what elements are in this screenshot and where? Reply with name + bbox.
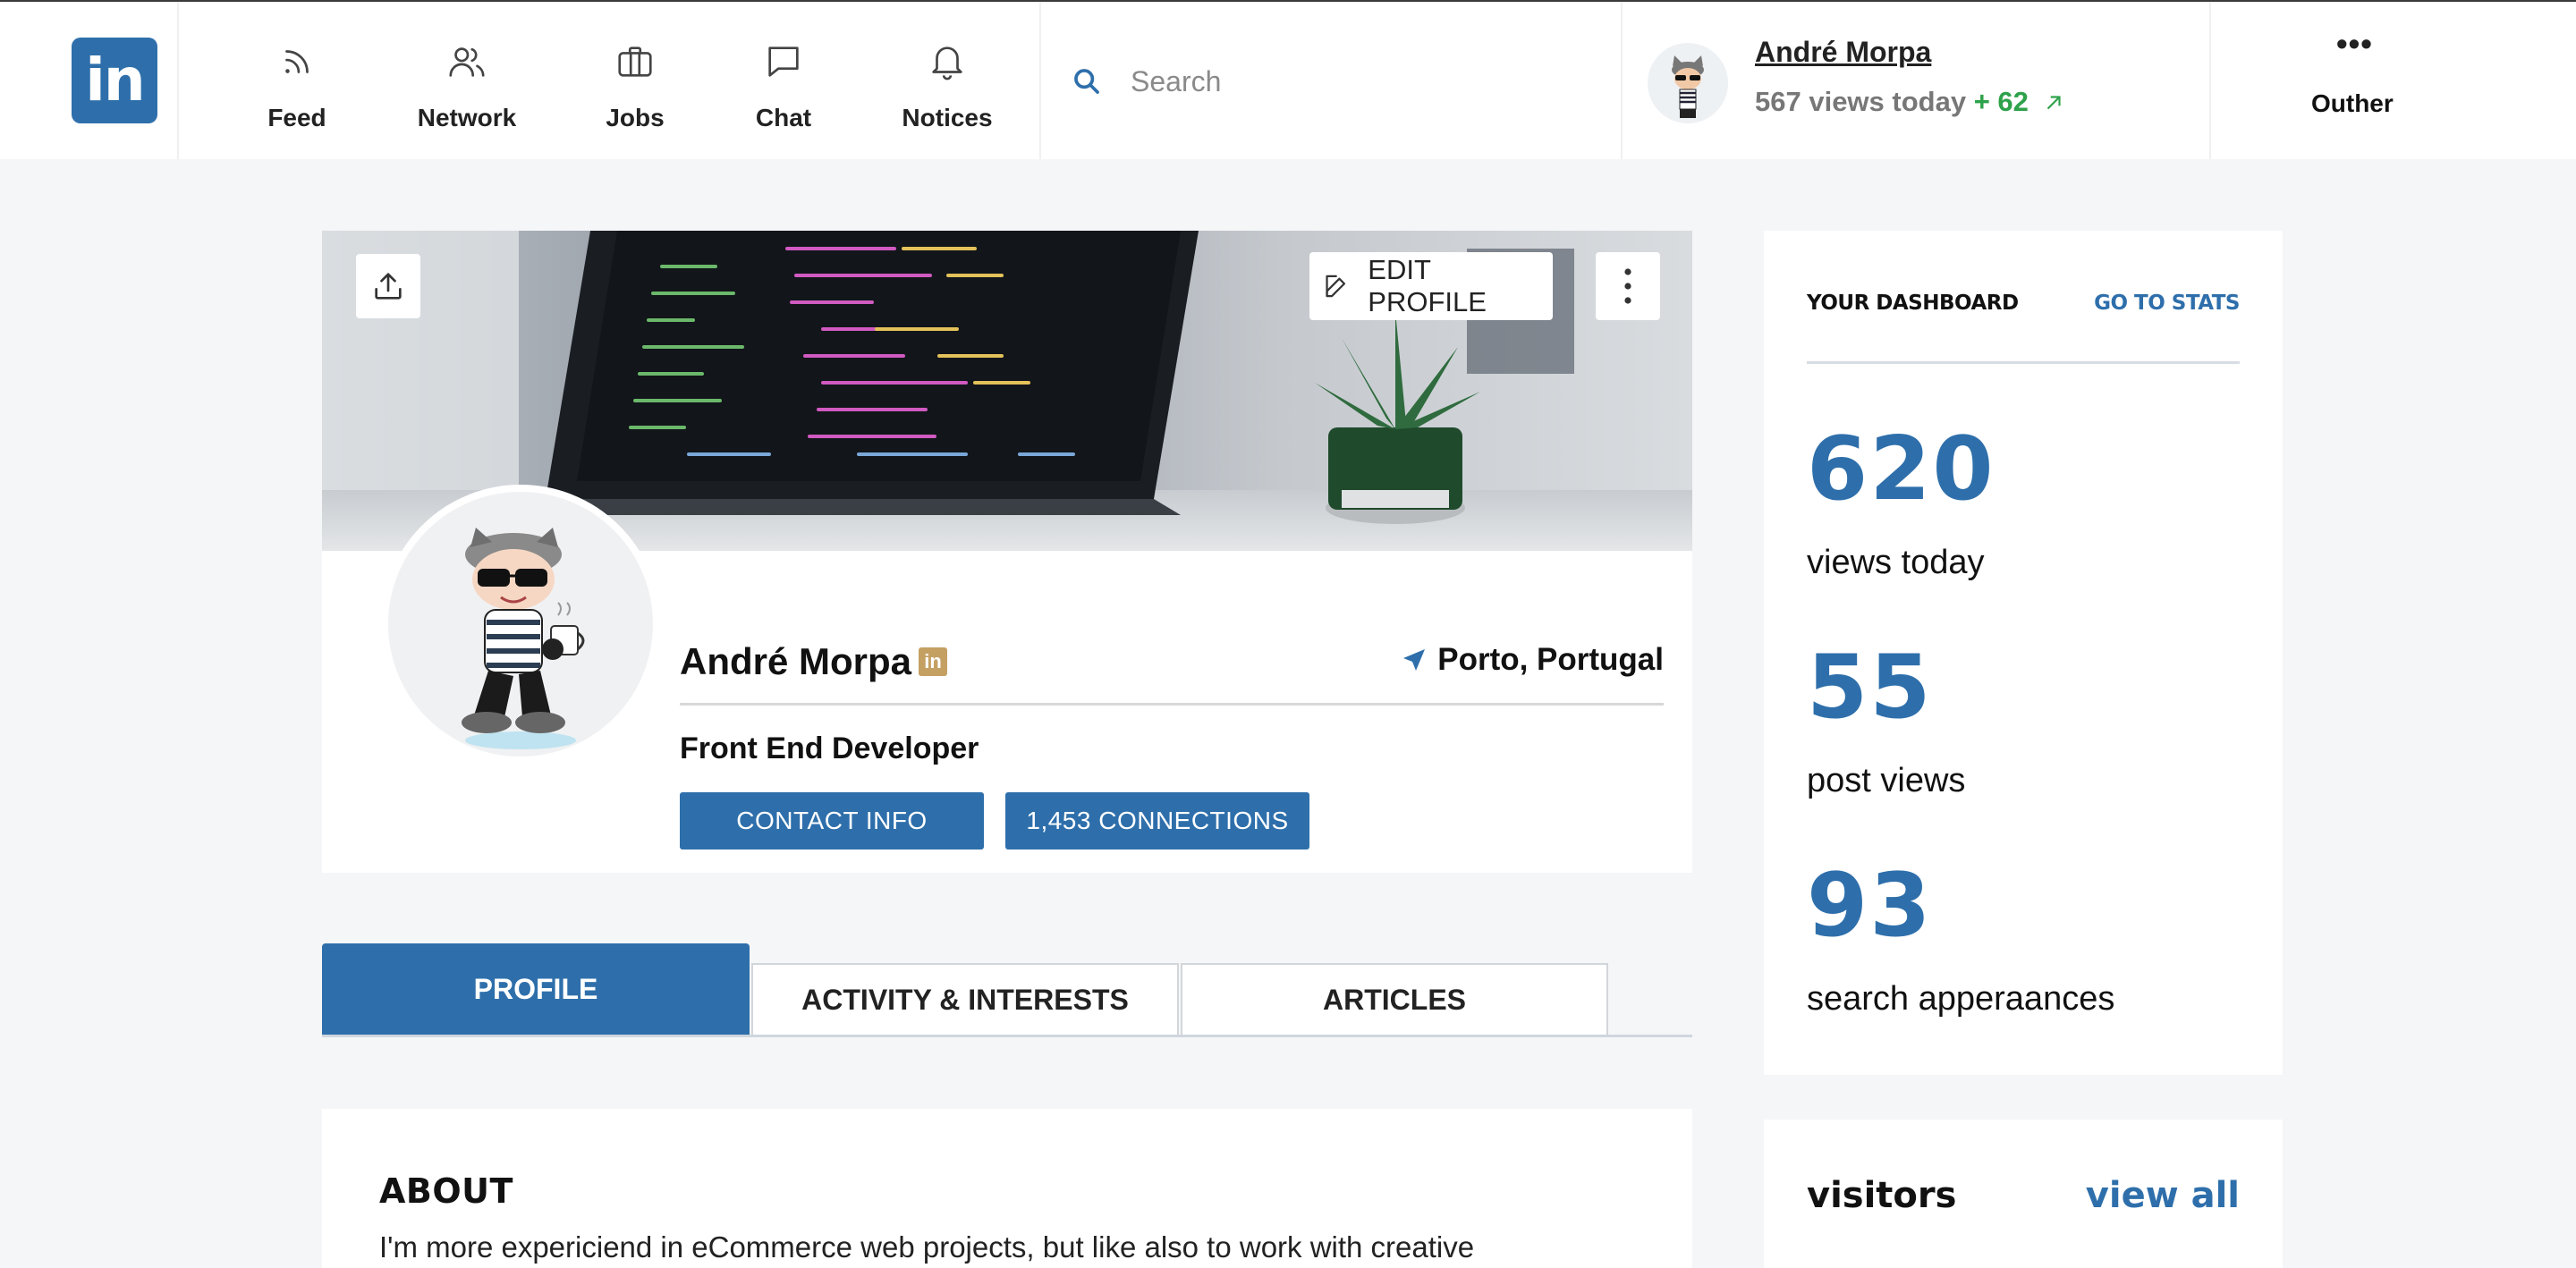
kebab-icon	[1624, 268, 1631, 304]
nav-item-label: Network	[417, 104, 517, 131]
visitors-card: visitors view all	[1764, 1120, 2283, 1268]
nav-divider	[1039, 2, 1041, 159]
profile-card: EDIT PROFILE André Morpa in Porto, Portu…	[322, 231, 1692, 873]
profile-name-text: André Morpa	[680, 640, 912, 682]
location-arrow-icon	[1403, 649, 1426, 671]
logo-area: in	[0, 2, 179, 159]
stat-search-appearances-label: search apperaances	[1807, 980, 2115, 1018]
briefcase-icon	[618, 46, 652, 77]
linkedin-logo[interactable]: in	[72, 38, 157, 123]
dashboard-card: YOUR DASHBOARD GO TO STATS 620 views tod…	[1764, 231, 2283, 1075]
about-text: I'm more expericiend in eCommerce web pr…	[379, 1230, 1475, 1264]
views-delta: + 62	[1973, 86, 2029, 117]
stat-post-views-value: 55	[1807, 637, 1933, 739]
trend-up-icon	[2046, 96, 2061, 110]
profile-location: Porto, Portugal	[1400, 642, 1664, 678]
dashboard-heading: YOUR DASHBOARD	[1807, 292, 2019, 315]
stat-post-views-label: post views	[1807, 762, 1966, 799]
nav-divider	[2209, 2, 2211, 159]
more-menu-label[interactable]: Outher	[2311, 89, 2394, 118]
stat-search-appearances-value: 93	[1807, 855, 1933, 957]
nav-item-jobs[interactable]: Jobs	[572, 2, 698, 159]
avatar[interactable]	[1648, 43, 1728, 123]
edit-profile-button[interactable]: EDIT PROFILE	[1309, 252, 1553, 320]
nav-item-feed[interactable]: Feed	[234, 2, 360, 159]
upload-icon	[375, 273, 402, 300]
view-all-visitors-link[interactable]: view all	[2086, 1175, 2240, 1216]
edit-profile-label: EDIT PROFILE	[1368, 254, 1487, 317]
tab-profile[interactable]: PROFILE	[322, 943, 750, 1035]
divider	[1807, 361, 2240, 364]
tab-articles[interactable]: ARTICLES	[1181, 963, 1608, 1035]
profile-headline: Front End Developer	[680, 731, 979, 765]
visitors-heading: visitors	[1807, 1175, 1957, 1216]
more-icon[interactable]: •••	[2336, 28, 2373, 60]
users-icon	[449, 47, 485, 77]
bell-icon	[932, 46, 962, 80]
nav-divider	[1621, 2, 1623, 159]
nav-item-network[interactable]: Network	[404, 2, 530, 159]
nav-item-label: Notices	[902, 104, 993, 131]
profile-tabs: PROFILE ACTIVITY & INTERESTS ARTICLES	[322, 943, 1692, 1037]
chat-icon	[768, 46, 799, 77]
go-to-stats-link[interactable]: GO TO STATS	[2094, 292, 2240, 315]
search-icon	[1074, 69, 1099, 94]
upload-cover-button[interactable]	[356, 254, 420, 318]
nav-item-notices[interactable]: Notices	[884, 2, 1011, 159]
about-card: ABOUT I'm more expericiend in eCommerce …	[322, 1109, 1692, 1268]
views-today-text: 567 views today	[1755, 86, 1967, 117]
linkedin-badge-icon: in	[919, 647, 948, 676]
top-navbar: in Feed Network Jobs Chat Notices Search…	[0, 0, 2576, 159]
views-today-summary: 567 views today + 62	[1755, 86, 2065, 118]
contact-info-button[interactable]: CONTACT INFO	[680, 792, 984, 850]
edit-icon	[1326, 275, 1346, 298]
nav-item-label: Chat	[755, 104, 812, 131]
user-name-link[interactable]: André Morpa	[1755, 36, 1931, 69]
divider	[680, 703, 1664, 706]
connections-button[interactable]: 1,453 CONNECTIONS	[1005, 792, 1309, 850]
stat-views-today-label: views today	[1807, 544, 1985, 581]
nav-item-label: Jobs	[606, 104, 665, 131]
location-text: Porto, Portugal	[1437, 642, 1664, 677]
tab-activity-interests[interactable]: ACTIVITY & INTERESTS	[751, 963, 1179, 1035]
profile-avatar[interactable]	[381, 485, 660, 764]
search-input[interactable]	[1131, 57, 1560, 106]
stat-views-today-value: 620	[1807, 418, 1996, 520]
about-heading: ABOUT	[379, 1171, 513, 1211]
nav-item-chat[interactable]: Chat	[721, 2, 846, 159]
nav-item-label: Feed	[267, 104, 326, 131]
profile-name: André Morpa in	[680, 640, 948, 683]
rss-icon	[285, 50, 309, 73]
profile-menu-button[interactable]	[1596, 252, 1660, 320]
